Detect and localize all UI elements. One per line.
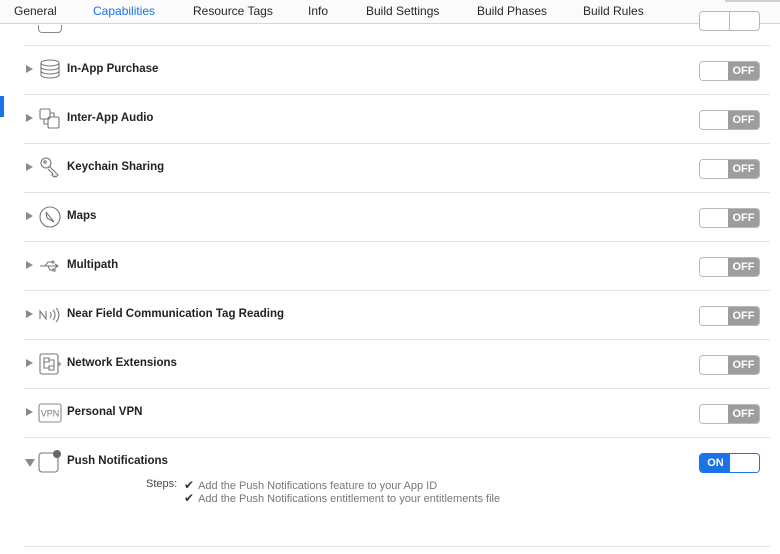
notification-badge-icon: [38, 450, 61, 473]
tab-capabilities[interactable]: Capabilities: [93, 4, 155, 18]
disclosure-triangle-icon[interactable]: [26, 163, 33, 171]
navigator-selection-indicator: [0, 96, 4, 117]
tab-build-phases[interactable]: Build Phases: [477, 4, 547, 18]
steps-label: Steps:: [146, 478, 178, 490]
step-item: ✔ Add the Push Notifications entitlement …: [184, 491, 500, 505]
section-divider: [24, 546, 770, 547]
disclosure-triangle-icon[interactable]: [26, 408, 33, 416]
capability-label: In-App Purchase: [67, 63, 159, 75]
capability-row-multipath[interactable]: Multipath OFF: [24, 242, 770, 291]
toggle-state-text: OFF: [728, 356, 759, 374]
capability-row-personal-vpn[interactable]: VPN Personal VPN OFF: [24, 389, 770, 438]
capability-row-keychain-sharing[interactable]: Keychain Sharing OFF: [24, 144, 770, 193]
toggle-state-text: OFF: [728, 160, 759, 178]
capability-label: Network Extensions: [67, 357, 177, 369]
tab-bar-edge: [725, 0, 780, 2]
toggle-state-text: OFF: [728, 209, 759, 227]
vpn-icon: VPN: [38, 403, 62, 423]
tab-build-rules[interactable]: Build Rules: [583, 4, 644, 18]
partial-capability-icon: [38, 25, 62, 33]
inter-app-audio-icon: [39, 108, 60, 129]
step-item: ✔ Add the Push Notifications feature to y…: [184, 478, 437, 492]
coin-stack-icon: [40, 59, 60, 79]
key-icon: [40, 157, 59, 178]
toggle-state-text: OFF: [728, 111, 759, 129]
compass-icon: [39, 206, 61, 228]
nfc-icon: [39, 307, 60, 323]
capability-label: Push Notifications: [67, 455, 168, 467]
in-app-purchase-toggle[interactable]: OFF: [699, 61, 760, 81]
inter-app-audio-toggle[interactable]: OFF: [699, 110, 760, 130]
capability-row-partial: [24, 11, 770, 46]
capability-label: Keychain Sharing: [67, 161, 165, 173]
personal-vpn-toggle[interactable]: OFF: [699, 404, 760, 424]
tab-resource-tags[interactable]: Resource Tags: [193, 4, 273, 18]
capability-label: Personal VPN: [67, 406, 143, 418]
partial-capability-toggle[interactable]: [699, 11, 760, 31]
disclosure-triangle-icon[interactable]: [26, 65, 33, 73]
toggle-state-text: OFF: [728, 405, 759, 423]
tab-general[interactable]: General: [14, 4, 57, 18]
tab-info[interactable]: Info: [308, 4, 328, 18]
disclosure-triangle-icon[interactable]: [26, 212, 33, 220]
tab-bar: General Capabilities Resource Tags Info …: [0, 0, 780, 24]
disclosure-triangle-expanded-icon[interactable]: [25, 459, 35, 467]
disclosure-triangle-icon[interactable]: [26, 310, 33, 318]
capability-row-network-extensions[interactable]: Network Extensions OFF: [24, 340, 770, 389]
network-extensions-toggle[interactable]: OFF: [699, 355, 760, 375]
capability-label: Multipath: [67, 259, 119, 271]
toggle-state-text: OFF: [728, 307, 759, 325]
step-text: Add the Push Notifications entitlement t…: [198, 493, 501, 505]
capability-label: Near Field Communication Tag Reading: [67, 308, 285, 320]
keychain-sharing-toggle[interactable]: OFF: [699, 159, 760, 179]
disclosure-triangle-icon[interactable]: [26, 114, 33, 122]
capability-row-inter-app-audio[interactable]: Inter-App Audio OFF: [24, 95, 770, 144]
maps-toggle[interactable]: OFF: [699, 208, 760, 228]
checkmark-icon: ✔: [184, 478, 195, 492]
disclosure-triangle-icon[interactable]: [26, 359, 33, 367]
svg-text:VPN: VPN: [41, 409, 60, 419]
checkmark-icon: ✔: [184, 491, 195, 505]
toggle-state-text: OFF: [728, 258, 759, 276]
capability-row-in-app-purchase[interactable]: In-App Purchase OFF: [24, 46, 770, 95]
push-notifications-toggle[interactable]: ON: [699, 453, 760, 473]
usb-branch-icon: [40, 260, 59, 272]
disclosure-triangle-icon[interactable]: [26, 261, 33, 269]
tab-build-settings[interactable]: Build Settings: [366, 4, 439, 18]
multipath-toggle[interactable]: OFF: [699, 257, 760, 277]
toggle-state-text: OFF: [728, 62, 759, 80]
network-extension-icon: [39, 353, 61, 375]
capability-row-maps[interactable]: Maps OFF: [24, 193, 770, 242]
toggle-state-text: ON: [700, 454, 731, 472]
capability-label: Inter-App Audio: [67, 112, 154, 124]
nfc-tag-reading-toggle[interactable]: OFF: [699, 306, 760, 326]
capability-row-nfc-tag-reading[interactable]: Near Field Communication Tag Reading OFF: [24, 291, 770, 340]
capability-label: Maps: [67, 210, 97, 222]
capabilities-list: In-App Purchase OFF Inter-App Audio OFF: [24, 11, 770, 554]
